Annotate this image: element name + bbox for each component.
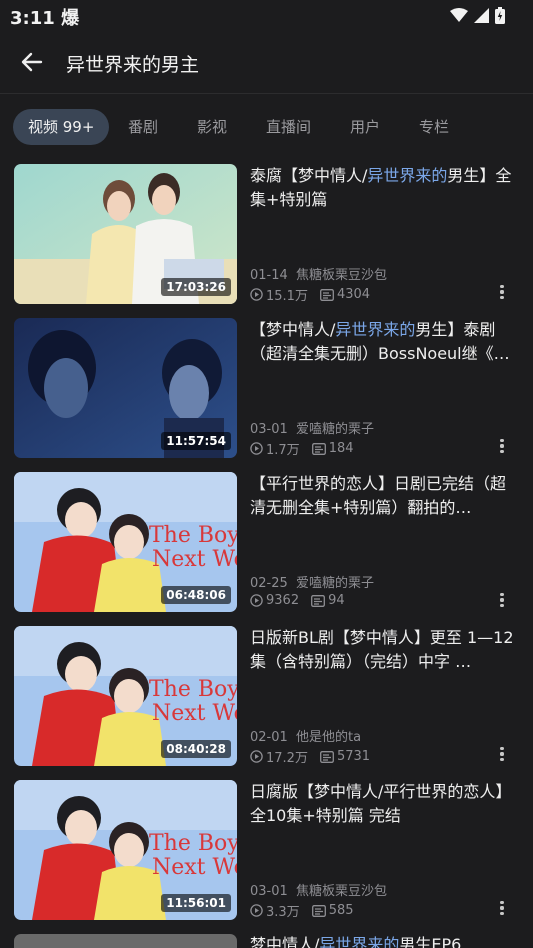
video-title[interactable]: 日版新BL剧【梦中情人】更至 1—12集（含特别篇）（完结）中字 … — [250, 626, 518, 674]
uploader-name[interactable]: 爱嗑糖的栗子 — [296, 422, 374, 437]
tab-user[interactable]: 用户 — [350, 109, 380, 145]
danmaku-count: 4304 — [336, 287, 371, 302]
video-meta: 03-01 爱嗑糖的栗子 — [250, 418, 374, 437]
status-icons — [450, 6, 505, 24]
video-stats: 15.1万 4304 — [250, 285, 370, 304]
video-thumbnail[interactable]: The Boy Next Worl 08:40:28 — [14, 626, 237, 766]
video-item[interactable]: The Boy Next Worl 08:40:28 日版新BL剧【梦中情人】更… — [0, 626, 533, 766]
uploader-name[interactable]: 焦糖板栗豆沙包 — [296, 884, 387, 899]
video-thumbnail[interactable]: The Boy Next Worl 06:48:06 — [14, 472, 237, 612]
more-options-button[interactable] — [494, 590, 510, 610]
video-item[interactable]: 17:03:26 泰腐【梦中情人/异世界来的男生】全集+特别篇 01-14 焦糖… — [0, 164, 533, 304]
more-vertical-icon — [500, 746, 504, 750]
svg-text:The Boy: The Boy — [149, 831, 237, 856]
view-count: 17.2万 — [266, 751, 308, 766]
video-stats: 17.2万 5731 — [250, 747, 370, 766]
video-title[interactable]: 泰腐【梦中情人/异世界来的男生】全集+特别篇 — [250, 164, 518, 212]
arrow-left-icon — [21, 52, 43, 72]
danmaku-count: 585 — [328, 903, 354, 918]
play-icon — [250, 904, 263, 917]
video-duration: 17:03:26 — [161, 278, 231, 296]
danmaku-count: 94 — [328, 593, 345, 608]
tab-live[interactable]: 直播间 — [266, 109, 311, 145]
video-item-partial[interactable]: 梦中情人/异世界来的男生EP6 — [0, 934, 533, 948]
view-count: 9362 — [266, 593, 300, 608]
upload-date: 03-01 — [250, 884, 288, 899]
status-time: 3:11 爆 — [10, 8, 80, 29]
more-options-button[interactable] — [494, 898, 510, 918]
top-bar: 异世界来的男主 — [0, 30, 533, 94]
video-thumbnail[interactable]: The Boy Next Worl 11:56:01 — [14, 780, 237, 920]
danmaku-icon — [311, 904, 326, 917]
danmaku-icon — [320, 288, 334, 301]
more-options-button[interactable] — [494, 436, 510, 456]
video-duration: 08:40:28 — [161, 740, 231, 758]
more-options-button[interactable] — [494, 744, 510, 764]
svg-text:Next Worl: Next Worl — [152, 547, 237, 572]
video-duration: 11:56:01 — [161, 894, 231, 912]
svg-text:Next Worl: Next Worl — [152, 701, 237, 726]
video-title[interactable]: 日腐版【梦中情人/平行世界的恋人】全10集+特别篇 完结 — [250, 780, 518, 828]
upload-date: 03-01 — [250, 422, 288, 437]
more-vertical-icon — [500, 900, 504, 904]
play-icon — [250, 442, 263, 455]
video-stats: 1.7万 184 — [250, 439, 354, 458]
play-icon — [250, 288, 263, 301]
upload-date: 01-14 — [250, 268, 288, 283]
svg-text:Next Worl: Next Worl — [152, 855, 237, 880]
status-bar: 3:11 爆 — [0, 0, 533, 30]
uploader-name[interactable]: 他是他的ta — [296, 730, 361, 745]
video-thumbnail[interactable]: 17:03:26 — [14, 164, 237, 304]
video-title[interactable]: 【平行世界的恋人】日剧已完结（超清无删全集+特别篇）翻拍的… — [250, 472, 518, 520]
danmaku-count: 5731 — [336, 749, 371, 764]
video-title[interactable]: 【梦中情人/异世界来的男生】泰剧（超清全集无删）BossNoeul继《… — [250, 318, 518, 366]
upload-date: 02-25 — [250, 576, 288, 591]
more-vertical-icon — [500, 592, 504, 596]
video-item[interactable]: The Boy Next Worl 11:56:01 日腐版【梦中情人/平行世界… — [0, 780, 533, 920]
back-button[interactable] — [14, 45, 50, 79]
battery-icon — [495, 6, 505, 24]
video-duration: 11:57:54 — [161, 432, 231, 450]
video-duration: 06:48:06 — [161, 586, 231, 604]
video-item[interactable]: 11:57:54 【梦中情人/异世界来的男生】泰剧（超清全集无删）BossNoe… — [0, 318, 533, 458]
danmaku-icon — [320, 750, 334, 763]
tab-article[interactable]: 专栏 — [419, 109, 449, 145]
view-count: 15.1万 — [266, 289, 308, 304]
tab-video[interactable]: 视频 99+ — [13, 109, 110, 145]
play-icon — [250, 750, 263, 763]
video-thumbnail[interactable] — [14, 934, 237, 948]
signal-icon — [474, 7, 489, 23]
tab-film[interactable]: 影视 — [197, 109, 227, 145]
video-meta: 01-14 焦糖板栗豆沙包 — [250, 264, 387, 283]
video-item[interactable]: The Boy Next Worl 06:48:06 【平行世界的恋人】日剧已完… — [0, 472, 533, 612]
video-meta: 03-01 焦糖板栗豆沙包 — [250, 880, 387, 899]
more-options-button[interactable] — [494, 282, 510, 302]
search-query[interactable]: 异世界来的男主 — [66, 50, 199, 77]
video-title[interactable]: 梦中情人/异世界来的男生EP6 — [250, 934, 461, 948]
uploader-name[interactable]: 焦糖板栗豆沙包 — [296, 268, 387, 283]
video-meta: 02-01 他是他的ta — [250, 726, 361, 745]
play-icon — [250, 594, 263, 607]
video-thumbnail[interactable]: 11:57:54 — [14, 318, 237, 458]
danmaku-icon — [311, 594, 326, 607]
svg-text:The Boy: The Boy — [149, 677, 237, 702]
view-count: 1.7万 — [266, 443, 300, 458]
danmaku-count: 184 — [328, 441, 354, 456]
svg-text:The Boy: The Boy — [149, 523, 237, 548]
video-stats: 9362 94 — [250, 593, 345, 608]
uploader-name[interactable]: 爱嗑糖的栗子 — [296, 576, 374, 591]
danmaku-icon — [311, 442, 326, 455]
wifi-icon — [450, 8, 468, 22]
more-vertical-icon — [500, 284, 504, 288]
video-stats: 3.3万 585 — [250, 901, 354, 920]
tab-bangumi[interactable]: 番剧 — [128, 109, 158, 145]
filter-tabs: 视频 99+ 番剧 影视 直播间 用户 专栏 — [0, 109, 533, 145]
view-count: 3.3万 — [266, 905, 300, 920]
more-vertical-icon — [500, 438, 504, 442]
video-meta: 02-25 爱嗑糖的栗子 — [250, 572, 374, 591]
upload-date: 02-01 — [250, 730, 288, 745]
